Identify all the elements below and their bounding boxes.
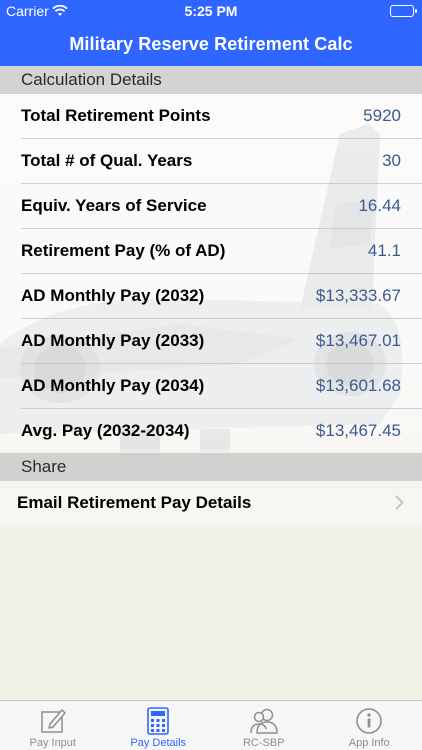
row-value: $13,601.68: [315, 376, 401, 395]
tab-label: App Info: [348, 737, 390, 749]
calculator-icon: [147, 707, 170, 735]
tab-app-info[interactable]: App Info: [317, 701, 422, 750]
table-row-ad-monthly-pay-2034: AD Monthly Pay (2034) $13,601.68: [0, 364, 422, 409]
row-value: 5920: [363, 106, 401, 125]
email-retirement-pay-details-button[interactable]: Email Retirement Pay Details: [0, 481, 422, 525]
table-row-equivalent-years: Equiv. Years of Service 16.44: [0, 184, 422, 229]
tab-pay-input[interactable]: Pay Input: [0, 701, 106, 750]
tab-label: Pay Details: [130, 737, 187, 749]
row-label: AD Monthly Pay (2033): [21, 331, 205, 350]
row-label: Total # of Qual. Years: [21, 151, 193, 170]
battery-icon: [390, 5, 417, 17]
info-icon: [356, 708, 383, 734]
row-label: Total Retirement Points: [21, 106, 211, 125]
tab-rc-sbp[interactable]: RC-SBP: [211, 701, 317, 750]
people-icon: [250, 708, 278, 734]
clock-label: 5:25 PM: [184, 3, 238, 19]
row-label: AD Monthly Pay (2032): [21, 286, 205, 305]
table-row-ad-monthly-pay-2033: AD Monthly Pay (2033) $13,467.01: [0, 319, 422, 364]
row-value: 16.44: [358, 196, 401, 215]
tab-bar: Pay Input Pay Details RC-SBP App Info: [0, 700, 422, 750]
navigation-bar: Military Reserve Retirement Calc: [0, 22, 422, 66]
row-value: $13,467.45: [315, 421, 401, 440]
status-bar: Carrier 5:25 PM: [0, 0, 422, 22]
tab-label: Pay Input: [29, 737, 76, 749]
section-header-share: Share: [0, 453, 422, 481]
row-label: Equiv. Years of Service: [21, 196, 207, 215]
table-row-ad-monthly-pay-2032: AD Monthly Pay (2032) $13,333.67: [0, 274, 422, 319]
row-value: $13,333.67: [315, 286, 401, 305]
edit-icon: [41, 709, 66, 733]
row-value: 30: [382, 151, 401, 170]
row-label: AD Monthly Pay (2034): [21, 376, 205, 395]
share-row-label: Email Retirement Pay Details: [17, 493, 252, 512]
tab-pay-details[interactable]: Pay Details: [106, 701, 212, 750]
row-value: $13,467.01: [315, 331, 401, 350]
section-header-calculation-details: Calculation Details: [0, 66, 422, 94]
tab-label: RC-SBP: [242, 737, 285, 749]
table-row-average-pay: Avg. Pay (2032-2034) $13,467.45: [0, 409, 422, 454]
row-label: Retirement Pay (% of AD): [21, 241, 226, 260]
row-value: 41.1: [367, 241, 401, 260]
chevron-right-icon: [395, 495, 404, 515]
table-row-retirement-pay-percent: Retirement Pay (% of AD) 41.1: [0, 229, 422, 274]
table-row-qualifying-years: Total # of Qual. Years 30: [0, 139, 422, 184]
table-row-total-retirement-points: Total Retirement Points 5920: [0, 94, 422, 139]
row-label: Avg. Pay (2032-2034): [21, 421, 190, 440]
page-title: Military Reserve Retirement Calc: [69, 33, 353, 54]
